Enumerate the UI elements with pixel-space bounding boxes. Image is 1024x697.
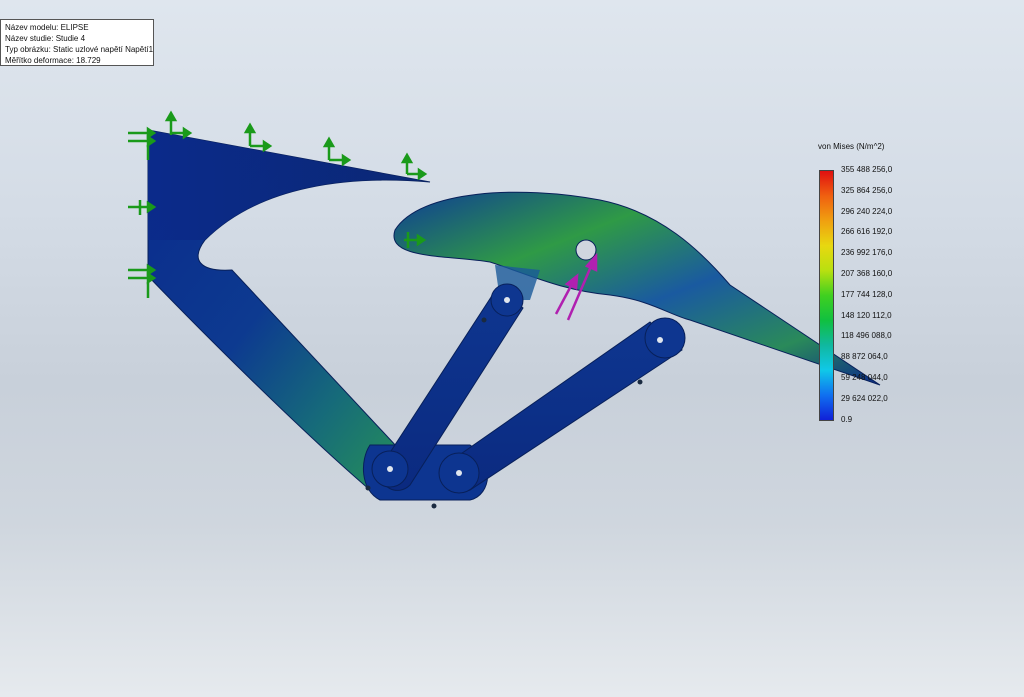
legend-label: 177 744 128,0 — [841, 289, 893, 299]
plot-type: Typ obrázku: Static uzlové napětí Napětí… — [5, 45, 154, 54]
legend-label: 355 488 256,0 — [841, 165, 893, 174]
legend-title: von Mises (N/m^2) — [818, 142, 885, 151]
fixture-icon — [322, 136, 352, 167]
fixture-icon — [400, 152, 428, 181]
legend-label: 118 496 088,0 — [841, 331, 892, 341]
fixture-icon — [128, 263, 157, 298]
frame-part — [147, 129, 489, 501]
study-name: Název studie: Studie 4 — [5, 34, 86, 43]
fixture-icon — [164, 110, 193, 140]
legend-label: 59 248 044,0 — [841, 373, 888, 382]
legend-label: 207 368 160,0 — [841, 269, 893, 278]
model-viewport[interactable] — [0, 0, 1024, 697]
legend-label: 296 240 224,0 — [841, 206, 893, 216]
study-info-box: Název modelu: ELIPSE Název studie: Studi… — [0, 19, 154, 66]
fixture-icon — [243, 122, 273, 153]
legend-label: 325 864 256,0 — [841, 185, 893, 195]
model-name: Název modelu: ELIPSE — [5, 23, 89, 32]
legend-color-bar — [819, 170, 834, 421]
legend-label: 148 120 112,0 — [841, 310, 892, 320]
legend-label: 266 616 192,0 — [841, 227, 893, 237]
legend-label: 236 992 176,0 — [841, 248, 893, 258]
deformation-scale: Měřítko deformace: 18.729 — [5, 56, 101, 65]
legend-label: 0.9 — [841, 414, 853, 424]
legend-label: 88 872 064,0 — [841, 352, 888, 362]
legend-label: 29 624 022,0 — [841, 393, 888, 403]
